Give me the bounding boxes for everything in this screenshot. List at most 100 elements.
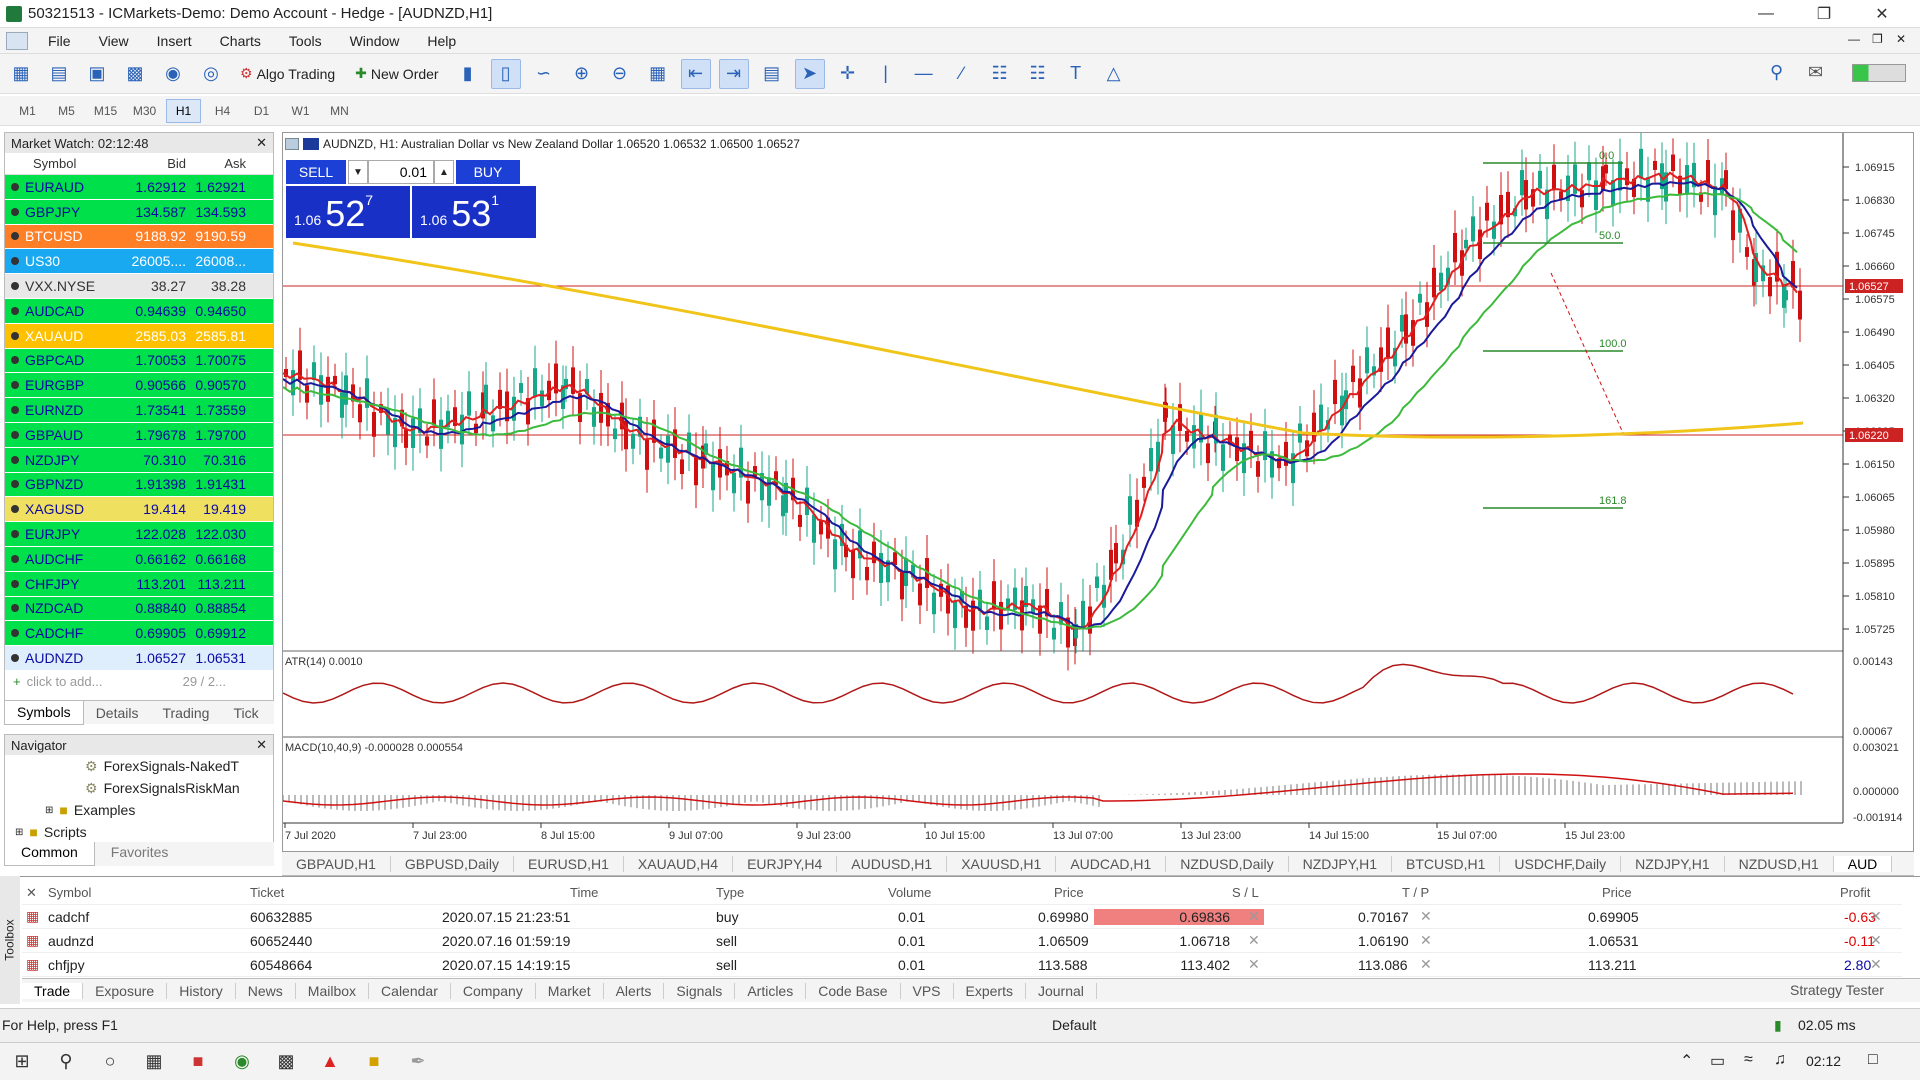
cursor-icon[interactable]: ➤ [794,58,825,89]
remove-sl-icon[interactable]: ✕ [1248,956,1260,973]
menu-file[interactable]: File [34,33,85,49]
tab-favorites[interactable]: Favorites [95,842,185,866]
crosshair-icon[interactable]: ✛ [833,59,863,89]
pdf-icon[interactable]: ▲ [308,1043,352,1081]
new-chart-icon[interactable]: ▦ [6,59,36,89]
symbol-tab[interactable]: GBPUSD,Daily [391,855,515,872]
col-sl[interactable]: S / L [1232,885,1259,900]
task-view-icon[interactable]: ▦ [132,1043,176,1081]
symbol-tab[interactable]: NZDJPY,H1 [1289,855,1393,872]
market-watch-row[interactable]: GBPNZD 1.91398 1.91431 [5,472,273,498]
close-icon[interactable]: ✕ [256,135,267,151]
market-watch-row[interactable]: EURGBP 0.90566 0.90570 [5,373,273,399]
sell-button[interactable]: SELL [286,160,346,184]
col-profit[interactable]: Profit [1840,885,1870,900]
col-symbol[interactable]: Symbol [5,156,130,171]
remove-sl-icon[interactable]: ✕ [1248,908,1260,925]
navigator-item[interactable]: ⚙ ForexSignalsRiskMan [5,777,273,799]
toolbox-tab[interactable]: Code Base [806,982,901,999]
line-chart-icon[interactable]: ∽ [529,59,559,89]
chart-canvas[interactable]: 0.0 50.0 100.0 161.8 ATR(14) 0.0010 0.00143 0… [283,133,1915,853]
symbol-tab[interactable]: NZDUSD,Daily [1166,855,1289,872]
market-watch-icon[interactable]: ▣ [82,59,112,89]
symbol-tab[interactable]: XAUUSD,H1 [947,855,1057,872]
market-watch-row[interactable]: GBPAUD 1.79678 1.79700 [5,422,273,448]
buy-button[interactable]: BUY [456,160,520,184]
tile-windows-icon[interactable]: ▦ [643,59,673,89]
volume-icon[interactable]: ♫ [1774,1051,1786,1069]
market-watch-row[interactable]: XAUAUD 2585.03 2585.81 [5,323,273,349]
toolbox-tab[interactable]: Experts [954,982,1026,999]
chart-window[interactable]: 0.0 50.0 100.0 161.8 ATR(14) 0.0010 0.00143 0… [282,132,1914,852]
bar-chart-icon[interactable]: ▮ [453,59,483,89]
trade-row[interactable]: ▦ audnzd 60652440 2020.07.16 01:59:19 se… [22,929,1902,953]
tf-m15[interactable]: M15 [88,99,123,123]
trade-sl[interactable]: 0.69836 [1094,908,1264,925]
close-icon[interactable]: ✕ [1854,0,1910,28]
close-position-icon[interactable]: ✕ [1870,908,1882,925]
notifications-icon[interactable]: □ [1868,1051,1878,1069]
expand-icon[interactable]: ⊞ [45,805,53,816]
tray-chevron-icon[interactable]: ⌃ [1680,1051,1693,1071]
new-order-button[interactable]: ✚ New Order [349,59,444,89]
symbol-tab[interactable]: BTCUSD,H1 [1392,855,1501,872]
tf-w1[interactable]: W1 [283,99,318,123]
search-icon[interactable]: ⚲ [44,1043,88,1081]
close-position-icon[interactable]: ✕ [1870,956,1882,973]
market-watch-row[interactable]: NZDCAD 0.88840 0.88854 [5,596,273,622]
market-watch-row[interactable]: AUDCAD 0.94639 0.94650 [5,298,273,324]
toolbox-tab[interactable]: Alerts [604,982,665,999]
trade-tp[interactable]: 113.086 [1358,957,1408,973]
chrome-icon[interactable]: ◉ [220,1043,264,1081]
restore-icon[interactable]: ❐ [1796,0,1852,28]
navigator-item[interactable]: ⚙ ForexSignals-NakedT [5,755,273,777]
toolbox-tab[interactable]: Company [451,982,536,999]
vertical-line-icon[interactable]: | [871,59,901,89]
shapes-icon[interactable]: △ [1099,59,1129,89]
tf-m5[interactable]: M5 [49,99,84,123]
symbol-tab[interactable]: EURJPY,H4 [733,855,838,872]
col-symbol[interactable]: Symbol [48,885,91,900]
symbol-tab[interactable]: AUDUSD,H1 [837,855,948,872]
market-watch-row[interactable]: AUDCHF 0.66162 0.66168 [5,546,273,572]
candlestick-icon[interactable]: ▯ [490,58,521,89]
symbol-tab[interactable]: AUDCAD,H1 [1056,855,1167,872]
lot-decrease-icon[interactable]: ▼ [348,160,368,184]
metatrader-icon[interactable]: ▩ [264,1043,308,1081]
remove-tp-icon[interactable]: ✕ [1420,956,1432,973]
pen-icon[interactable]: ✒ [396,1043,440,1081]
tab-trading[interactable]: Trading [150,705,221,721]
col-tp[interactable]: T / P [1402,885,1429,900]
toolbox-tab[interactable]: Mailbox [296,982,370,999]
market-watch-row[interactable]: XAGUSD 19.414 19.419 [5,497,273,523]
toolbox-tab[interactable]: Signals [664,982,736,999]
close-icon[interactable]: ✕ [256,737,267,753]
close-position-icon[interactable]: ✕ [1870,932,1882,949]
menu-charts[interactable]: Charts [206,33,275,49]
navigator-icon[interactable]: ◉ [158,59,188,89]
symbol-tab[interactable]: NZDUSD,H1 [1725,855,1834,872]
menu-insert[interactable]: Insert [143,33,206,49]
fibonacci-icon[interactable]: ☷ [1023,59,1053,89]
market-watch-row[interactable]: AUDNZD 1.06527 1.06531 [5,646,273,671]
algo-trading-button[interactable]: ⚙ Algo Trading [234,59,341,89]
text-icon[interactable]: T [1061,59,1091,89]
battery-icon[interactable]: ▭ [1710,1051,1725,1071]
trade-row[interactable]: ▦ chfjpy 60548664 2020.07.15 14:19:15 se… [22,953,1902,977]
channels-icon[interactable]: ☷ [985,59,1015,89]
col-volume[interactable]: Volume [888,885,931,900]
toolbox-tab[interactable]: Journal [1026,982,1097,999]
tf-h4[interactable]: H4 [205,99,240,123]
data-window-icon[interactable]: ▩ [120,59,150,89]
col-time[interactable]: Time [570,885,598,900]
windows-start-icon[interactable]: ⊞ [0,1043,44,1081]
menu-help[interactable]: Help [413,33,470,49]
trade-tp[interactable]: 0.70167 [1358,909,1409,925]
profiles-icon[interactable]: ▤ [44,59,74,89]
market-watch-row[interactable]: GBPCAD 1.70053 1.70075 [5,348,273,374]
cortana-icon[interactable]: ○ [88,1043,132,1081]
market-watch-row[interactable]: EURNZD 1.73541 1.73559 [5,398,273,423]
trade-row[interactable]: ▦ cadchf 60632885 2020.07.15 21:23:51 bu… [22,905,1902,929]
market-watch-row[interactable]: EURJPY 122.028 122.030 [5,522,273,547]
lot-increase-icon[interactable]: ▲ [434,160,454,184]
